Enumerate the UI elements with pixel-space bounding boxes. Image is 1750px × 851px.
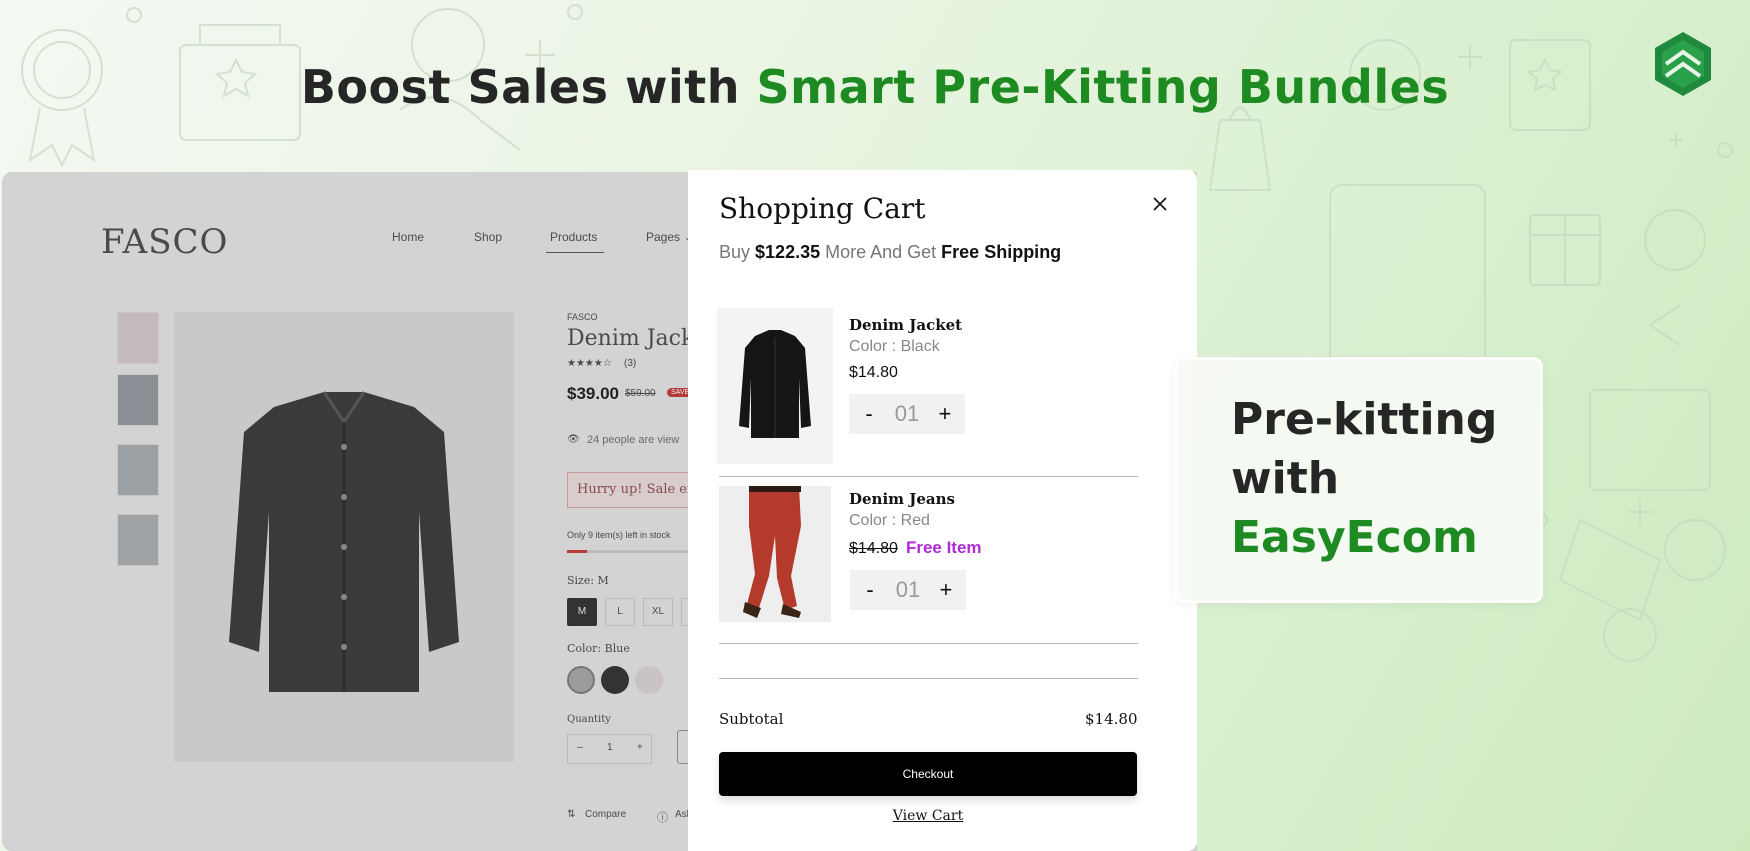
store-logo[interactable]: FASCO xyxy=(101,222,228,262)
stock-bar-fill xyxy=(567,550,587,553)
product-title: Denim Jacke xyxy=(567,326,708,351)
callout-text: Pre-kitting with EasyEcom xyxy=(1231,390,1497,567)
view-cart-link[interactable]: View Cart xyxy=(719,808,1137,824)
store-qty-value[interactable]: 1 xyxy=(607,742,613,753)
cart-item-old-price: $14.80 xyxy=(849,540,898,557)
product-old-price: $59.00 xyxy=(625,388,656,399)
cart-item-image xyxy=(717,308,833,464)
quantity-stepper: - 01 + xyxy=(849,394,965,434)
compare-link[interactable]: Compare xyxy=(585,809,626,820)
page-headline: Boost Sales with Smart Pre-Kitting Bundl… xyxy=(0,60,1750,114)
cart-item-image xyxy=(719,486,831,622)
compare-icon: ⇅ xyxy=(567,809,576,820)
headline-part1: Boost Sales with xyxy=(300,60,757,114)
eye-icon: 👁 xyxy=(567,434,580,445)
stock-text: Only 9 item(s) left in stock xyxy=(567,530,671,540)
thumbnail-1[interactable] xyxy=(117,312,159,364)
callout-line2: with xyxy=(1231,453,1340,504)
question-icon: ⓘ xyxy=(657,812,668,824)
nav-shop[interactable]: Shop xyxy=(474,230,502,244)
thumbnail-2[interactable] xyxy=(117,374,159,426)
quantity-value[interactable]: 01 xyxy=(895,401,919,427)
callout-line1: Pre-kitting xyxy=(1231,394,1498,445)
quantity-plus-button[interactable]: + xyxy=(938,577,954,603)
stock-bar xyxy=(567,550,697,553)
color-swatch-grey[interactable] xyxy=(635,666,663,694)
shipping-amount: $122.35 xyxy=(755,242,821,262)
headline-part2: Smart Pre-Kitting Bundles xyxy=(756,60,1450,114)
nav-home[interactable]: Home xyxy=(392,230,424,244)
product-price: $39.00 xyxy=(567,384,619,403)
size-label: Size: M xyxy=(567,574,609,587)
color-label: Color: Blue xyxy=(567,642,630,655)
shopping-cart-drawer: Shopping Cart Buy $122.35 More And Get F… xyxy=(688,170,1197,851)
cart-item-price-row: $14.80 Free Item xyxy=(849,538,982,558)
cart-item-name: Denim Jacket xyxy=(849,316,963,334)
rating-count: (3) xyxy=(624,358,637,369)
product-main-image xyxy=(174,312,514,762)
summary-divider xyxy=(719,678,1138,679)
nav-pages[interactable]: Pages xyxy=(646,230,680,244)
quantity-minus-button[interactable]: - xyxy=(861,401,877,427)
shipping-prefix: Buy xyxy=(719,242,756,262)
thumbnail-3[interactable] xyxy=(117,444,159,496)
subtotal-value: $14.80 xyxy=(1085,710,1138,728)
black-jacket-image xyxy=(739,330,811,438)
cart-item-variant: Color : Black xyxy=(849,338,940,355)
quantity-value[interactable]: 01 xyxy=(896,577,920,603)
easyecom-logo-icon xyxy=(1655,32,1711,96)
star-rating-icon: ★★★★☆ xyxy=(567,358,612,369)
item-divider xyxy=(719,476,1138,477)
free-shipping-note: Buy $122.35 More And Get Free Shipping xyxy=(719,242,1061,263)
size-xl-button[interactable]: XL xyxy=(643,598,673,626)
shipping-middle: More And Get xyxy=(820,242,942,262)
red-jeans-image xyxy=(719,486,831,622)
checkout-button[interactable]: Checkout xyxy=(719,752,1137,796)
cart-title: Shopping Cart xyxy=(719,192,926,225)
size-l-button[interactable]: L xyxy=(605,598,635,626)
callout-line3: EasyEcom xyxy=(1231,512,1478,563)
quantity-label: Quantity xyxy=(567,714,611,725)
store-qty-plus[interactable]: + xyxy=(637,742,643,753)
product-brand: FASCO xyxy=(567,312,598,322)
cart-item-name: Denim Jeans xyxy=(849,490,955,508)
jacket-image xyxy=(229,391,459,692)
quantity-stepper: - 01 + xyxy=(850,570,966,610)
nav-products[interactable]: Products xyxy=(550,230,597,244)
free-item-badge: Free Item xyxy=(905,538,982,557)
subtotal-label: Subtotal xyxy=(719,710,784,728)
viewers-text: 24 people are view xyxy=(587,434,680,446)
quantity-minus-button[interactable]: - xyxy=(862,577,878,603)
quantity-plus-button[interactable]: + xyxy=(937,401,953,427)
size-m-button[interactable]: M xyxy=(567,598,597,626)
cart-item-variant: Color : Red xyxy=(849,512,930,529)
callout-card: Pre-kitting with EasyEcom xyxy=(1174,357,1543,603)
store-qty-minus[interactable]: – xyxy=(577,742,583,753)
color-swatch-blue[interactable] xyxy=(567,666,595,694)
nav-active-indicator xyxy=(546,252,604,253)
close-icon[interactable] xyxy=(1150,194,1170,214)
shipping-bold: Free Shipping xyxy=(941,242,1062,262)
color-swatch-black[interactable] xyxy=(601,666,629,694)
item-divider xyxy=(719,643,1138,644)
cart-item-price: $14.80 xyxy=(849,364,898,381)
thumbnail-4[interactable] xyxy=(117,514,159,566)
